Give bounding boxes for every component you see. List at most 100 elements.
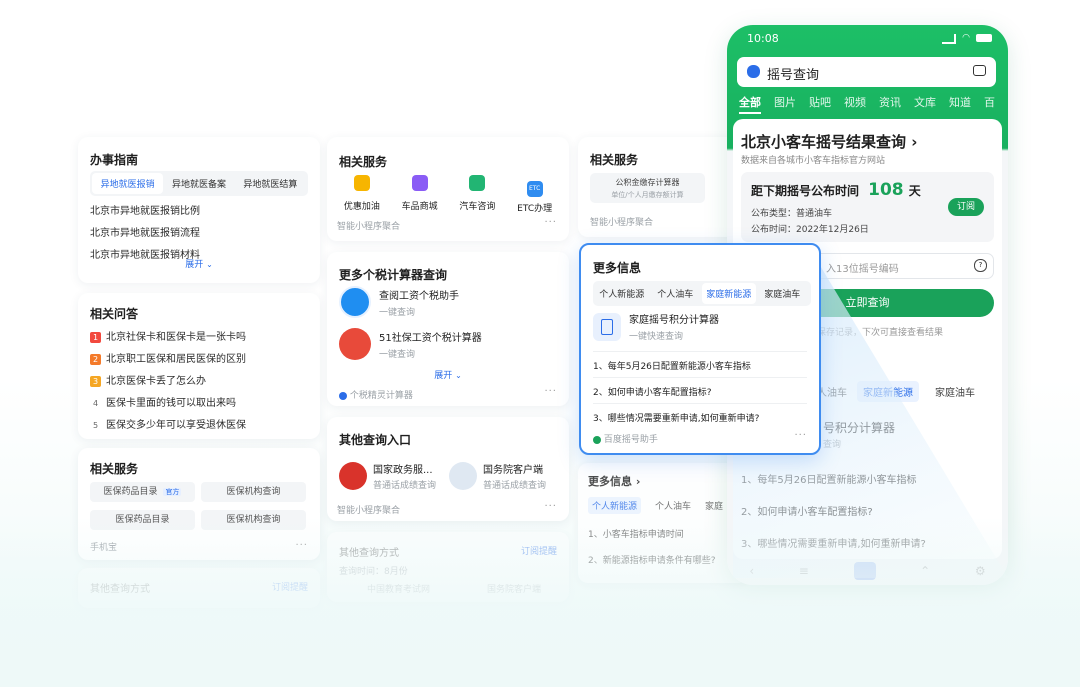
- tab-filing[interactable]: 异地就医备案: [163, 173, 234, 194]
- phone-app-name[interactable]: 号积分计算器: [823, 419, 895, 436]
- tab-personal-fuel[interactable]: 个人油车: [655, 497, 691, 514]
- tab-family-fuel[interactable]: 家庭油车: [929, 381, 981, 402]
- more-icon[interactable]: ···: [544, 501, 557, 512]
- tab-more[interactable]: 百: [984, 94, 995, 114]
- search-bar[interactable]: 摇号查询: [737, 57, 996, 87]
- guide-item[interactable]: 北京市异地就医报销比例: [90, 202, 200, 217]
- popup-info-item[interactable]: 2、如何申请小客车配置指标?: [593, 385, 712, 398]
- phone-info-item[interactable]: 1、每年5月26日配置新能源小客车指标: [741, 471, 916, 486]
- result-title[interactable]: 北京小客车摇号结果查询 ›: [741, 131, 917, 152]
- tab-zhidao[interactable]: 知道: [949, 94, 971, 114]
- tab-personal-fuel[interactable]: 个人油车: [649, 283, 703, 304]
- subscribe-link[interactable]: 订阅提醒: [272, 580, 308, 593]
- popup-info-item[interactable]: 3、哪些情况需要重新申请,如何重新申请?: [593, 411, 759, 424]
- app-sub: 一键查询: [379, 307, 416, 318]
- info-item[interactable]: 1、小客车指标申请时间: [588, 527, 684, 540]
- baidu-paw-icon: [747, 65, 760, 78]
- qa-item-text: 北京职工医保和居民医保的区别: [106, 354, 246, 365]
- pill-label: 医保药品目录: [103, 487, 158, 497]
- info-item[interactable]: 2、新能源指标申请条件有哪些?: [588, 553, 716, 566]
- tab-family-fuel[interactable]: 家庭油车: [756, 283, 810, 304]
- service-label: ETC办理: [517, 204, 553, 214]
- more-icon[interactable]: ···: [544, 386, 557, 397]
- qa-item[interactable]: 5 医保交多少年可以享受退休医保: [90, 416, 246, 431]
- up-icon[interactable]: ⌃: [920, 564, 930, 578]
- institution-query-button[interactable]: 医保机构查询: [201, 510, 306, 530]
- drug-catalog-button[interactable]: 医保药品目录 官方: [90, 482, 195, 502]
- other-methods-card: 其他查询方式 订阅提醒 查询时间：8月份 中国教育考试网 国务院客户端: [327, 532, 569, 602]
- qa-item[interactable]: 1 北京社保卡和医保卡是一张卡吗: [90, 328, 246, 343]
- tax-app-item[interactable]: 51社保工资个税计算器 一键查询: [339, 328, 482, 360]
- chevron-right-icon: ›: [635, 475, 641, 488]
- more-info-popup: 更多信息 个人新能源 个人油车 家庭新能源 家庭油车 家庭摇号积分计算器 一键快…: [579, 243, 821, 455]
- entry-item-state-council[interactable]: 国务院客户端 普通话成绩查询: [449, 461, 546, 491]
- other-methods-title[interactable]: 其他查询方式: [339, 544, 399, 559]
- tab-personal-ev[interactable]: 个人新能源: [588, 497, 642, 514]
- service-car-consult[interactable]: 汽车咨询: [459, 175, 495, 214]
- menu-icon[interactable]: ≡: [799, 564, 809, 578]
- popup-tabs: 个人新能源 个人油车 家庭新能源 家庭油车: [593, 281, 811, 306]
- tab-reimbursement[interactable]: 异地就医报销: [92, 173, 164, 194]
- tab-family[interactable]: 家庭: [705, 497, 723, 514]
- related-services-right: 相关服务 公积金缴存计算器 单位/个人月缴存额计算 智能小程序聚合: [578, 137, 748, 237]
- popup-app-item[interactable]: 家庭摇号积分计算器 一键快速查询: [593, 311, 719, 342]
- phone-info-item[interactable]: 3、哪些情况需要重新申请,如何重新申请?: [741, 535, 926, 550]
- entry-sub: 普通话成绩查询: [373, 481, 437, 491]
- rank-badge: 3: [90, 376, 101, 387]
- pill-sub: 单位/个人月缴存额计算: [611, 191, 684, 199]
- popup-info-item[interactable]: 1、每年5月26日配置新能源小客车指标: [593, 359, 751, 372]
- qa-item[interactable]: 4 医保卡里面的钱可以取出来吗: [90, 394, 246, 409]
- related-title: 相关服务: [90, 462, 139, 476]
- qa-item[interactable]: 3 北京医保卡丢了怎么办: [90, 372, 246, 387]
- tab-wenku[interactable]: 文库: [914, 94, 936, 114]
- tab-family-ev[interactable]: 家庭新能源: [857, 381, 919, 402]
- drug-catalog-button[interactable]: 医保药品目录: [90, 510, 195, 530]
- more-icon[interactable]: ···: [295, 540, 308, 551]
- popup-footer-text: 百度摇号助手: [603, 435, 658, 445]
- guide-expand-button[interactable]: 展开 ⌄: [78, 257, 320, 270]
- qa-item[interactable]: 2 北京职工医保和居民医保的区别: [90, 350, 246, 365]
- method-item[interactable]: 国务院客户端: [487, 582, 541, 595]
- tab-settlement[interactable]: 异地就医结算: [235, 173, 306, 194]
- app-name: 查阅工资个税助手: [379, 290, 459, 302]
- entry-item-gov[interactable]: 国家政务服... 普通话成绩查询: [339, 461, 436, 491]
- search-input[interactable]: 摇号查询: [767, 64, 819, 83]
- tab-personal-ev[interactable]: 个人新能源: [595, 283, 649, 304]
- settings-icon[interactable]: ⚙: [975, 564, 986, 578]
- tax-expand-button[interactable]: 展开 ⌄: [327, 368, 569, 381]
- related-services-left: 相关服务 医保药品目录 官方 医保机构查询 医保药品目录 医保机构查询 手机宝 …: [78, 448, 320, 560]
- rank-badge: 5: [90, 420, 101, 431]
- camera-icon[interactable]: [973, 65, 986, 76]
- help-icon[interactable]: ?: [974, 259, 987, 272]
- more-info-title[interactable]: 更多信息 ›: [588, 473, 640, 489]
- tab-family-ev[interactable]: 家庭新能源: [702, 283, 756, 304]
- tab-images[interactable]: 图片: [774, 94, 796, 114]
- service-label: 优惠加油: [343, 202, 380, 212]
- service-refuel[interactable]: 优惠加油: [344, 175, 380, 214]
- service-etc[interactable]: ETC ETC办理: [517, 175, 552, 214]
- tax-app-item[interactable]: 查阅工资个税助手 一键查询: [339, 286, 459, 318]
- service-car-mall[interactable]: 车品商城: [402, 175, 438, 214]
- method-item[interactable]: 中国教育考试网: [367, 582, 430, 595]
- tab-tieba[interactable]: 贴吧: [809, 94, 831, 114]
- phone-app-sub: 查询: [823, 440, 842, 450]
- tab-all[interactable]: 全部: [739, 94, 761, 114]
- provident-fund-calc-button[interactable]: 公积金缴存计算器 单位/个人月缴存额计算: [590, 173, 705, 203]
- back-icon[interactable]: ‹: [749, 564, 754, 578]
- phone-info-item[interactable]: 2、如何申请小客车配置指标?: [741, 503, 873, 518]
- guide-card: 办事指南 异地就医报销 异地就医备案 异地就医结算 北京市异地就医报销比例 北京…: [78, 137, 320, 283]
- result-source: 数据来自各城市小客车指标官方网站: [741, 156, 886, 166]
- subscribe-button[interactable]: 订阅: [948, 198, 984, 216]
- more-icon[interactable]: ···: [544, 217, 557, 228]
- tab-video[interactable]: 视频: [844, 94, 866, 114]
- tab-personal-fuel[interactable]: 人油车: [817, 381, 847, 402]
- guide-item[interactable]: 北京市异地就医报销流程: [90, 224, 200, 239]
- countdown-box: 距下期摇号公布时间 108 天 公布类型：普通油车 公布时间：2022年12月2…: [741, 172, 994, 242]
- home-icon[interactable]: [853, 562, 876, 580]
- subscribe-link[interactable]: 订阅提醒: [521, 544, 557, 557]
- more-icon[interactable]: ···: [794, 430, 807, 441]
- divider: [593, 403, 807, 404]
- tab-news[interactable]: 资讯: [879, 94, 901, 114]
- institution-query-button[interactable]: 医保机构查询: [201, 482, 306, 502]
- app-sub: 一键查询: [379, 349, 416, 360]
